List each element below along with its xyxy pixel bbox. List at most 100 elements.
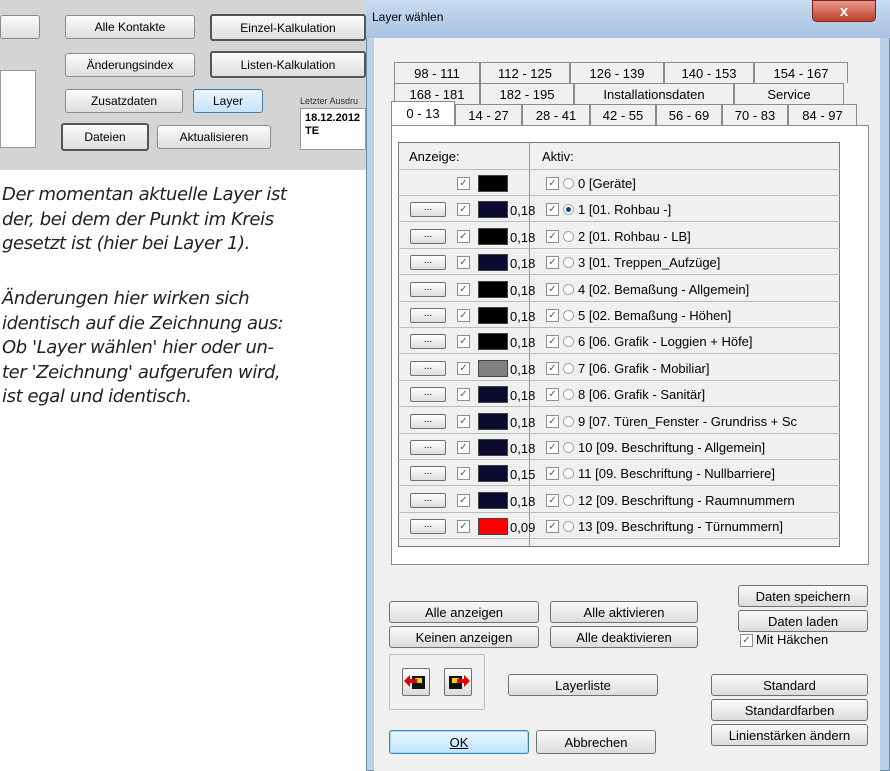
tab-140-153[interactable]: 140 - 153: [664, 62, 754, 83]
partial-button[interactable]: [0, 15, 40, 39]
ok-button[interactable]: OK: [389, 730, 529, 754]
tab-14-27[interactable]: 14 - 27: [455, 104, 522, 125]
tab-70-83[interactable]: 70 - 83: [722, 104, 788, 125]
tab-98-111[interactable]: 98 - 111: [394, 62, 480, 83]
layer-color-swatch[interactable]: [478, 307, 508, 324]
layer-active-checkbox[interactable]: ✓: [546, 388, 559, 401]
listen-kalkulation-button[interactable]: Listen-Kalkulation: [210, 51, 366, 78]
aktualisieren-button[interactable]: Aktualisieren: [157, 125, 271, 149]
layer-color-swatch[interactable]: [478, 413, 508, 430]
layer-visible-checkbox[interactable]: ✓: [457, 256, 470, 269]
layer-visible-checkbox[interactable]: ✓: [457, 388, 470, 401]
layer-radio[interactable]: [563, 310, 574, 321]
layer-visible-checkbox[interactable]: ✓: [457, 335, 470, 348]
layer-color-swatch[interactable]: [478, 254, 508, 271]
layer-radio[interactable]: [563, 257, 574, 268]
layer-settings-button[interactable]: ...: [410, 361, 446, 376]
layer-color-swatch[interactable]: [478, 360, 508, 377]
import-layer-button[interactable]: [402, 668, 430, 696]
layer-settings-button[interactable]: ...: [410, 229, 446, 244]
daten-laden-button[interactable]: Daten laden: [738, 610, 868, 632]
tab-84-97[interactable]: 84 - 97: [788, 104, 857, 125]
layer-active-checkbox[interactable]: ✓: [546, 362, 559, 375]
layer-color-swatch[interactable]: [478, 492, 508, 509]
layer-active-checkbox[interactable]: ✓: [546, 177, 559, 190]
layer-active-checkbox[interactable]: ✓: [546, 494, 559, 507]
alle-aktivieren-button[interactable]: Alle aktivieren: [550, 601, 698, 623]
tab-installationsdaten[interactable]: Installationsdaten: [574, 83, 734, 104]
layer-visible-checkbox[interactable]: ✓: [457, 520, 470, 533]
layer-visible-checkbox[interactable]: ✓: [457, 494, 470, 507]
alle-deaktivieren-button[interactable]: Alle deaktivieren: [550, 626, 698, 648]
layer-visible-checkbox[interactable]: ✓: [457, 362, 470, 375]
layer-active-checkbox[interactable]: ✓: [546, 415, 559, 428]
layer-radio[interactable]: [563, 178, 574, 189]
tab-112-125[interactable]: 112 - 125: [480, 62, 570, 83]
tab-182-195[interactable]: 182 - 195: [480, 83, 574, 104]
layer-visible-checkbox[interactable]: ✓: [457, 415, 470, 428]
layer-active-checkbox[interactable]: ✓: [546, 283, 559, 296]
linienstaerken-aendern-button[interactable]: Linienstärken ändern: [711, 724, 868, 746]
tab-154-167[interactable]: 154 - 167: [754, 62, 848, 83]
layer-color-swatch[interactable]: [478, 175, 508, 192]
einzel-kalkulation-button[interactable]: Einzel-Kalkulation: [210, 14, 366, 41]
layer-radio[interactable]: [563, 363, 574, 374]
tab-42-55[interactable]: 42 - 55: [590, 104, 656, 125]
layer-radio[interactable]: [563, 336, 574, 347]
layer-visible-checkbox[interactable]: ✓: [457, 309, 470, 322]
layer-settings-button[interactable]: ...: [410, 308, 446, 323]
standard-button[interactable]: Standard: [711, 674, 868, 696]
mit-haekchen-checkbox[interactable]: ✓: [740, 634, 753, 647]
layer-visible-checkbox[interactable]: ✓: [457, 441, 470, 454]
layer-active-checkbox[interactable]: ✓: [546, 520, 559, 533]
layer-radio[interactable]: [563, 468, 574, 479]
layer-color-swatch[interactable]: [478, 281, 508, 298]
layer-visible-checkbox[interactable]: ✓: [457, 177, 470, 190]
layer-radio[interactable]: [563, 495, 574, 506]
tab-126-139[interactable]: 126 - 139: [570, 62, 664, 83]
layer-visible-checkbox[interactable]: ✓: [457, 203, 470, 216]
alle-anzeigen-button[interactable]: Alle anzeigen: [389, 601, 539, 623]
standardfarben-button[interactable]: Standardfarben: [711, 699, 868, 721]
layer-settings-button[interactable]: ...: [410, 282, 446, 297]
layer-active-checkbox[interactable]: ✓: [546, 441, 559, 454]
layer-settings-button[interactable]: ...: [410, 414, 446, 429]
layer-visible-checkbox[interactable]: ✓: [457, 467, 470, 480]
tab-0-13[interactable]: 0 - 13: [391, 101, 455, 125]
layer-settings-button[interactable]: ...: [410, 466, 446, 481]
dateien-button[interactable]: Dateien: [61, 123, 149, 151]
layer-radio[interactable]: [563, 284, 574, 295]
layer-settings-button[interactable]: ...: [410, 255, 446, 270]
aenderungsindex-button[interactable]: Änderungsindex: [65, 53, 195, 77]
layer-color-swatch[interactable]: [478, 333, 508, 350]
tab-28-41[interactable]: 28 - 41: [522, 104, 590, 125]
layer-active-checkbox[interactable]: ✓: [546, 335, 559, 348]
tab-service[interactable]: Service: [734, 83, 844, 104]
layer-radio[interactable]: [563, 231, 574, 242]
layer-color-swatch[interactable]: [478, 439, 508, 456]
layerliste-button[interactable]: Layerliste: [508, 674, 658, 696]
tab-56-69[interactable]: 56 - 69: [656, 104, 722, 125]
layer-active-checkbox[interactable]: ✓: [546, 309, 559, 322]
layer-active-checkbox[interactable]: ✓: [546, 256, 559, 269]
layer-active-checkbox[interactable]: ✓: [546, 467, 559, 480]
layer-button[interactable]: Layer: [193, 89, 263, 113]
layer-active-checkbox[interactable]: ✓: [546, 230, 559, 243]
layer-color-swatch[interactable]: [478, 465, 508, 482]
layer-color-swatch[interactable]: [478, 201, 508, 218]
layer-visible-checkbox[interactable]: ✓: [457, 230, 470, 243]
layer-visible-checkbox[interactable]: ✓: [457, 283, 470, 296]
abbrechen-button[interactable]: Abbrechen: [536, 730, 656, 754]
daten-speichern-button[interactable]: Daten speichern: [738, 585, 868, 607]
layer-settings-button[interactable]: ...: [410, 387, 446, 402]
layer-settings-button[interactable]: ...: [410, 493, 446, 508]
layer-color-swatch[interactable]: [478, 386, 508, 403]
layer-settings-button[interactable]: ...: [410, 519, 446, 534]
layer-active-checkbox[interactable]: ✓: [546, 203, 559, 216]
alle-kontakte-button[interactable]: Alle Kontakte: [65, 15, 195, 39]
layer-radio[interactable]: [563, 389, 574, 400]
layer-radio[interactable]: [563, 442, 574, 453]
layer-radio[interactable]: [563, 521, 574, 532]
keinen-anzeigen-button[interactable]: Keinen anzeigen: [389, 626, 539, 648]
layer-radio[interactable]: [563, 416, 574, 427]
